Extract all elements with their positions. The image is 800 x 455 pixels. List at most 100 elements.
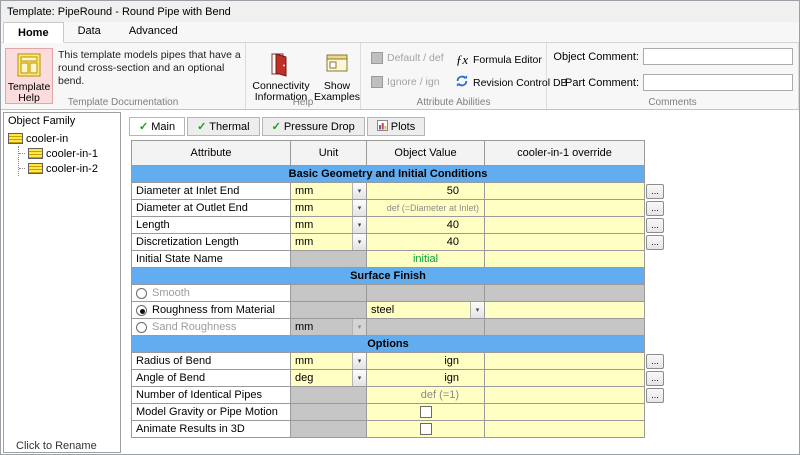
unit-value: mm — [295, 236, 314, 248]
tab-home[interactable]: Home — [3, 22, 64, 43]
column-header-override: cooler-in-1 override — [485, 140, 645, 166]
override-cell[interactable] — [485, 234, 645, 251]
radio-selected[interactable] — [136, 304, 147, 316]
value-cell[interactable]: 40 — [367, 217, 485, 234]
object-comment-input[interactable] — [643, 48, 793, 65]
attribute-name-cell: Number of Identical Pipes — [131, 387, 291, 404]
dropdown-arrow-icon[interactable]: ▾ — [352, 319, 366, 335]
dropdown-arrow-icon[interactable]: ▾ — [352, 217, 366, 233]
attribute-editor: ✓ Main ✓ Thermal ✓ Pressure Drop Plots A… — [123, 112, 799, 454]
unit-cell[interactable]: deg ▾ — [291, 370, 367, 387]
override-cell[interactable] — [485, 421, 645, 438]
object-family-tree: cooler-in cooler-in-1 cooler-in-2 — [4, 129, 120, 176]
attribute-label: Diameter at Outlet End — [136, 202, 248, 214]
value-cell[interactable]: def (=Diameter at Inlet) — [367, 200, 485, 217]
unit-cell[interactable]: mm ▾ — [291, 217, 367, 234]
override-cell[interactable] — [485, 404, 645, 421]
value-cell[interactable]: 40 — [367, 234, 485, 251]
group-comments: Object Comment: Part Comment: Comments — [547, 43, 799, 109]
example-window-icon — [324, 51, 350, 80]
dropdown-arrow-icon[interactable]: ▾ — [470, 302, 484, 318]
formula-editor-item[interactable]: ƒx Formula Editor — [455, 52, 542, 68]
group-template-documentation: Template Help This template models pipes… — [1, 43, 246, 109]
dropdown-arrow-icon[interactable]: ▾ — [352, 200, 366, 216]
tab-plots[interactable]: Plots — [366, 117, 426, 136]
value-cell[interactable]: steel ▾ — [367, 302, 485, 319]
override-cell[interactable] — [485, 183, 645, 200]
object-family-panel: Object Family cooler-in cooler-in-1 cool… — [3, 112, 121, 453]
ellipsis-button[interactable]: ... — [646, 184, 664, 199]
tab-main[interactable]: ✓ Main — [129, 117, 186, 136]
unit-value: mm — [295, 321, 314, 333]
checkbox-unchecked[interactable] — [419, 423, 432, 435]
attribute-name-cell: Diameter at Outlet End — [131, 200, 291, 217]
tab-data[interactable]: Data — [64, 21, 115, 42]
group-label-comments: Comments — [648, 97, 697, 108]
tab-thermal[interactable]: ✓ Thermal — [187, 117, 260, 136]
override-cell[interactable] — [485, 251, 645, 268]
tab-pressure-drop[interactable]: ✓ Pressure Drop — [261, 117, 365, 136]
ellipsis-button[interactable]: ... — [646, 354, 664, 369]
unit-cell[interactable]: mm ▾ — [291, 200, 367, 217]
override-cell[interactable] — [485, 353, 645, 370]
default-label: Default / def — [387, 52, 444, 64]
unit-cell — [291, 404, 367, 421]
tree-node-label: cooler-in-2 — [46, 162, 98, 175]
dropdown-arrow-icon[interactable]: ▾ — [352, 370, 366, 386]
section-header-row: Basic Geometry and Initial Conditions — [131, 166, 645, 183]
attribute-row: Discretization Length mm ▾ 40... — [131, 234, 665, 251]
attribute-name-cell: Animate Results in 3D — [131, 421, 291, 438]
override-cell[interactable] — [485, 200, 645, 217]
dropdown-arrow-icon[interactable]: ▾ — [352, 234, 366, 250]
ellipsis-button[interactable]: ... — [646, 388, 664, 403]
attribute-row: Animate Results in 3D — [131, 421, 665, 438]
radio-unselected[interactable] — [136, 321, 147, 333]
ellipsis-button[interactable]: ... — [646, 371, 664, 386]
unit-cell — [291, 387, 367, 404]
value-cell[interactable] — [367, 421, 485, 438]
door-icon — [268, 51, 294, 80]
row-action-slot: ... — [645, 387, 665, 404]
attribute-row: Angle of Bend deg ▾ ign... — [131, 370, 665, 387]
dropdown-arrow-icon[interactable]: ▾ — [352, 353, 366, 369]
override-cell[interactable] — [485, 387, 645, 404]
checkbox-unchecked[interactable] — [419, 406, 432, 418]
template-help-button[interactable]: Template Help — [5, 48, 53, 104]
tab-advanced[interactable]: Advanced — [115, 21, 192, 42]
override-cell[interactable] — [485, 217, 645, 234]
tree-node-cooler-in-1[interactable]: cooler-in-1 — [19, 146, 120, 161]
table-header-row: Attribute Unit Object Value cooler-in-1 … — [131, 140, 665, 166]
override-cell[interactable] — [485, 370, 645, 387]
value-cell[interactable]: def (=1) — [367, 387, 485, 404]
tree-node-cooler-in-2[interactable]: cooler-in-2 — [19, 161, 120, 176]
dropdown-arrow-icon[interactable]: ▾ — [352, 183, 366, 199]
value-cell[interactable]: 50 — [367, 183, 485, 200]
row-action-slot: ... — [645, 183, 665, 200]
override-cell — [485, 285, 645, 302]
value-cell[interactable]: initial — [367, 251, 485, 268]
default-def-item: Default / def — [371, 52, 444, 64]
override-cell[interactable] — [485, 302, 645, 319]
ellipsis-button[interactable]: ... — [646, 218, 664, 233]
unit-cell[interactable]: mm ▾ — [291, 183, 367, 200]
ellipsis-button[interactable]: ... — [646, 201, 664, 216]
value-cell[interactable]: ign — [367, 370, 485, 387]
unit-value: mm — [295, 219, 314, 231]
radio-unselected[interactable] — [136, 287, 147, 299]
tree-node-cooler-in[interactable]: cooler-in — [8, 131, 120, 146]
value-cell[interactable]: ign — [367, 353, 485, 370]
value-cell[interactable] — [367, 404, 485, 421]
attribute-table: Attribute Unit Object Value cooler-in-1 … — [131, 140, 665, 438]
attribute-row: Radius of Bend mm ▾ ign... — [131, 353, 665, 370]
ellipsis-button[interactable]: ... — [646, 235, 664, 250]
tree-node-label: cooler-in — [26, 132, 69, 145]
unit-cell — [291, 251, 367, 268]
unit-cell[interactable]: mm ▾ — [291, 353, 367, 370]
part-comment-input[interactable] — [643, 74, 793, 91]
attribute-row: Number of Identical Pipes def (=1)... — [131, 387, 665, 404]
unit-cell[interactable]: mm ▾ — [291, 234, 367, 251]
section-header-row: Options — [131, 336, 645, 353]
row-action-slot: ... — [645, 353, 665, 370]
attribute-row: Model Gravity or Pipe Motion — [131, 404, 665, 421]
attribute-row: Diameter at Inlet End mm ▾ 50... — [131, 183, 665, 200]
